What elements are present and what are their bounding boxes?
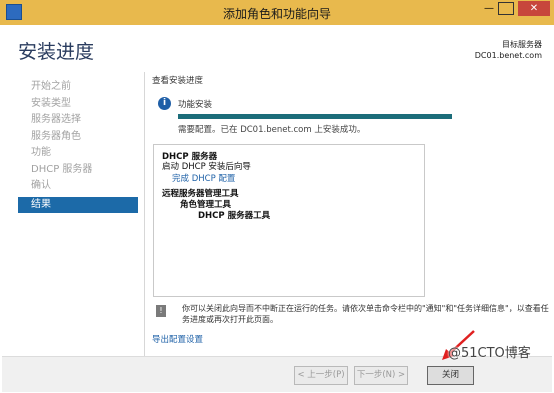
footer: < 上一步(P) 下一步(N) > 关闭 [2,356,552,392]
result-dhcp-tools: DHCP 服务器工具 [198,211,271,221]
minimize-button[interactable]: — [480,1,498,16]
close-window-button[interactable]: ✕ [518,1,550,16]
window-title: 添加角色和功能向导 [222,7,331,21]
export-settings-link[interactable]: 导出配置设置 [152,333,203,345]
title-bar: 添加角色和功能向导 — ✕ [0,0,554,25]
nav-item-results[interactable]: 结果 [18,196,138,213]
nav-item-server-roles: 服务器角色 [31,130,81,142]
note-text: 你可以关闭此向导而不中断正在运行的任务。请依次单击命令栏中的"通知"和"任务详细… [182,304,549,324]
target-server: 目标服务器 DC01.benet.com [475,39,542,61]
nav-item-before-you-begin: 开始之前 [31,81,71,92]
next-button[interactable]: 下一步(N) > [354,366,408,385]
target-server-name: DC01.benet.com [474,51,542,60]
nav-item-features: 功能 [31,147,51,158]
feature-install-label: 功能安装 [178,100,213,110]
divider [144,72,145,368]
progress-bar [178,114,452,119]
progress-fill [178,114,452,119]
page-title: 安装进度 [18,41,95,63]
wizard-nav: 开始之前 安装类型 服务器选择 服务器角色 功能 DHCP 服务器 确认 结果 [18,79,138,213]
note-icon: ! [156,305,166,317]
previous-button[interactable]: < 上一步(P) [294,366,348,385]
result-dhcp-sub: 启动 DHCP 安装后向导 [162,162,251,172]
install-status: 需要配置。已在 DC01.benet.com 上安装成功。 [178,125,366,135]
complete-dhcp-config-link[interactable]: 完成 DHCP 配置 [172,172,235,184]
main-panel: 查看安装进度 i 功能安装 需要配置。已在 DC01.benet.com 上安装… [152,74,544,135]
close-button[interactable]: 关闭 [427,366,474,385]
target-server-label: 目标服务器 [502,40,542,49]
section-heading: 查看安装进度 [152,76,204,86]
nav-item-dhcp-server: DHCP 服务器 [31,163,93,175]
nav-item-install-type: 安装类型 [31,97,71,109]
nav-item-confirm: 确认 [31,180,51,191]
nav-item-server-selection: 服务器选择 [31,114,81,125]
info-icon: i [158,97,171,110]
results-box: DHCP 服务器 启动 DHCP 安装后向导 完成 DHCP 配置 远程服务器管… [153,144,425,297]
watermark: @51CTO博客 [448,346,531,361]
maximize-button[interactable] [498,2,514,15]
